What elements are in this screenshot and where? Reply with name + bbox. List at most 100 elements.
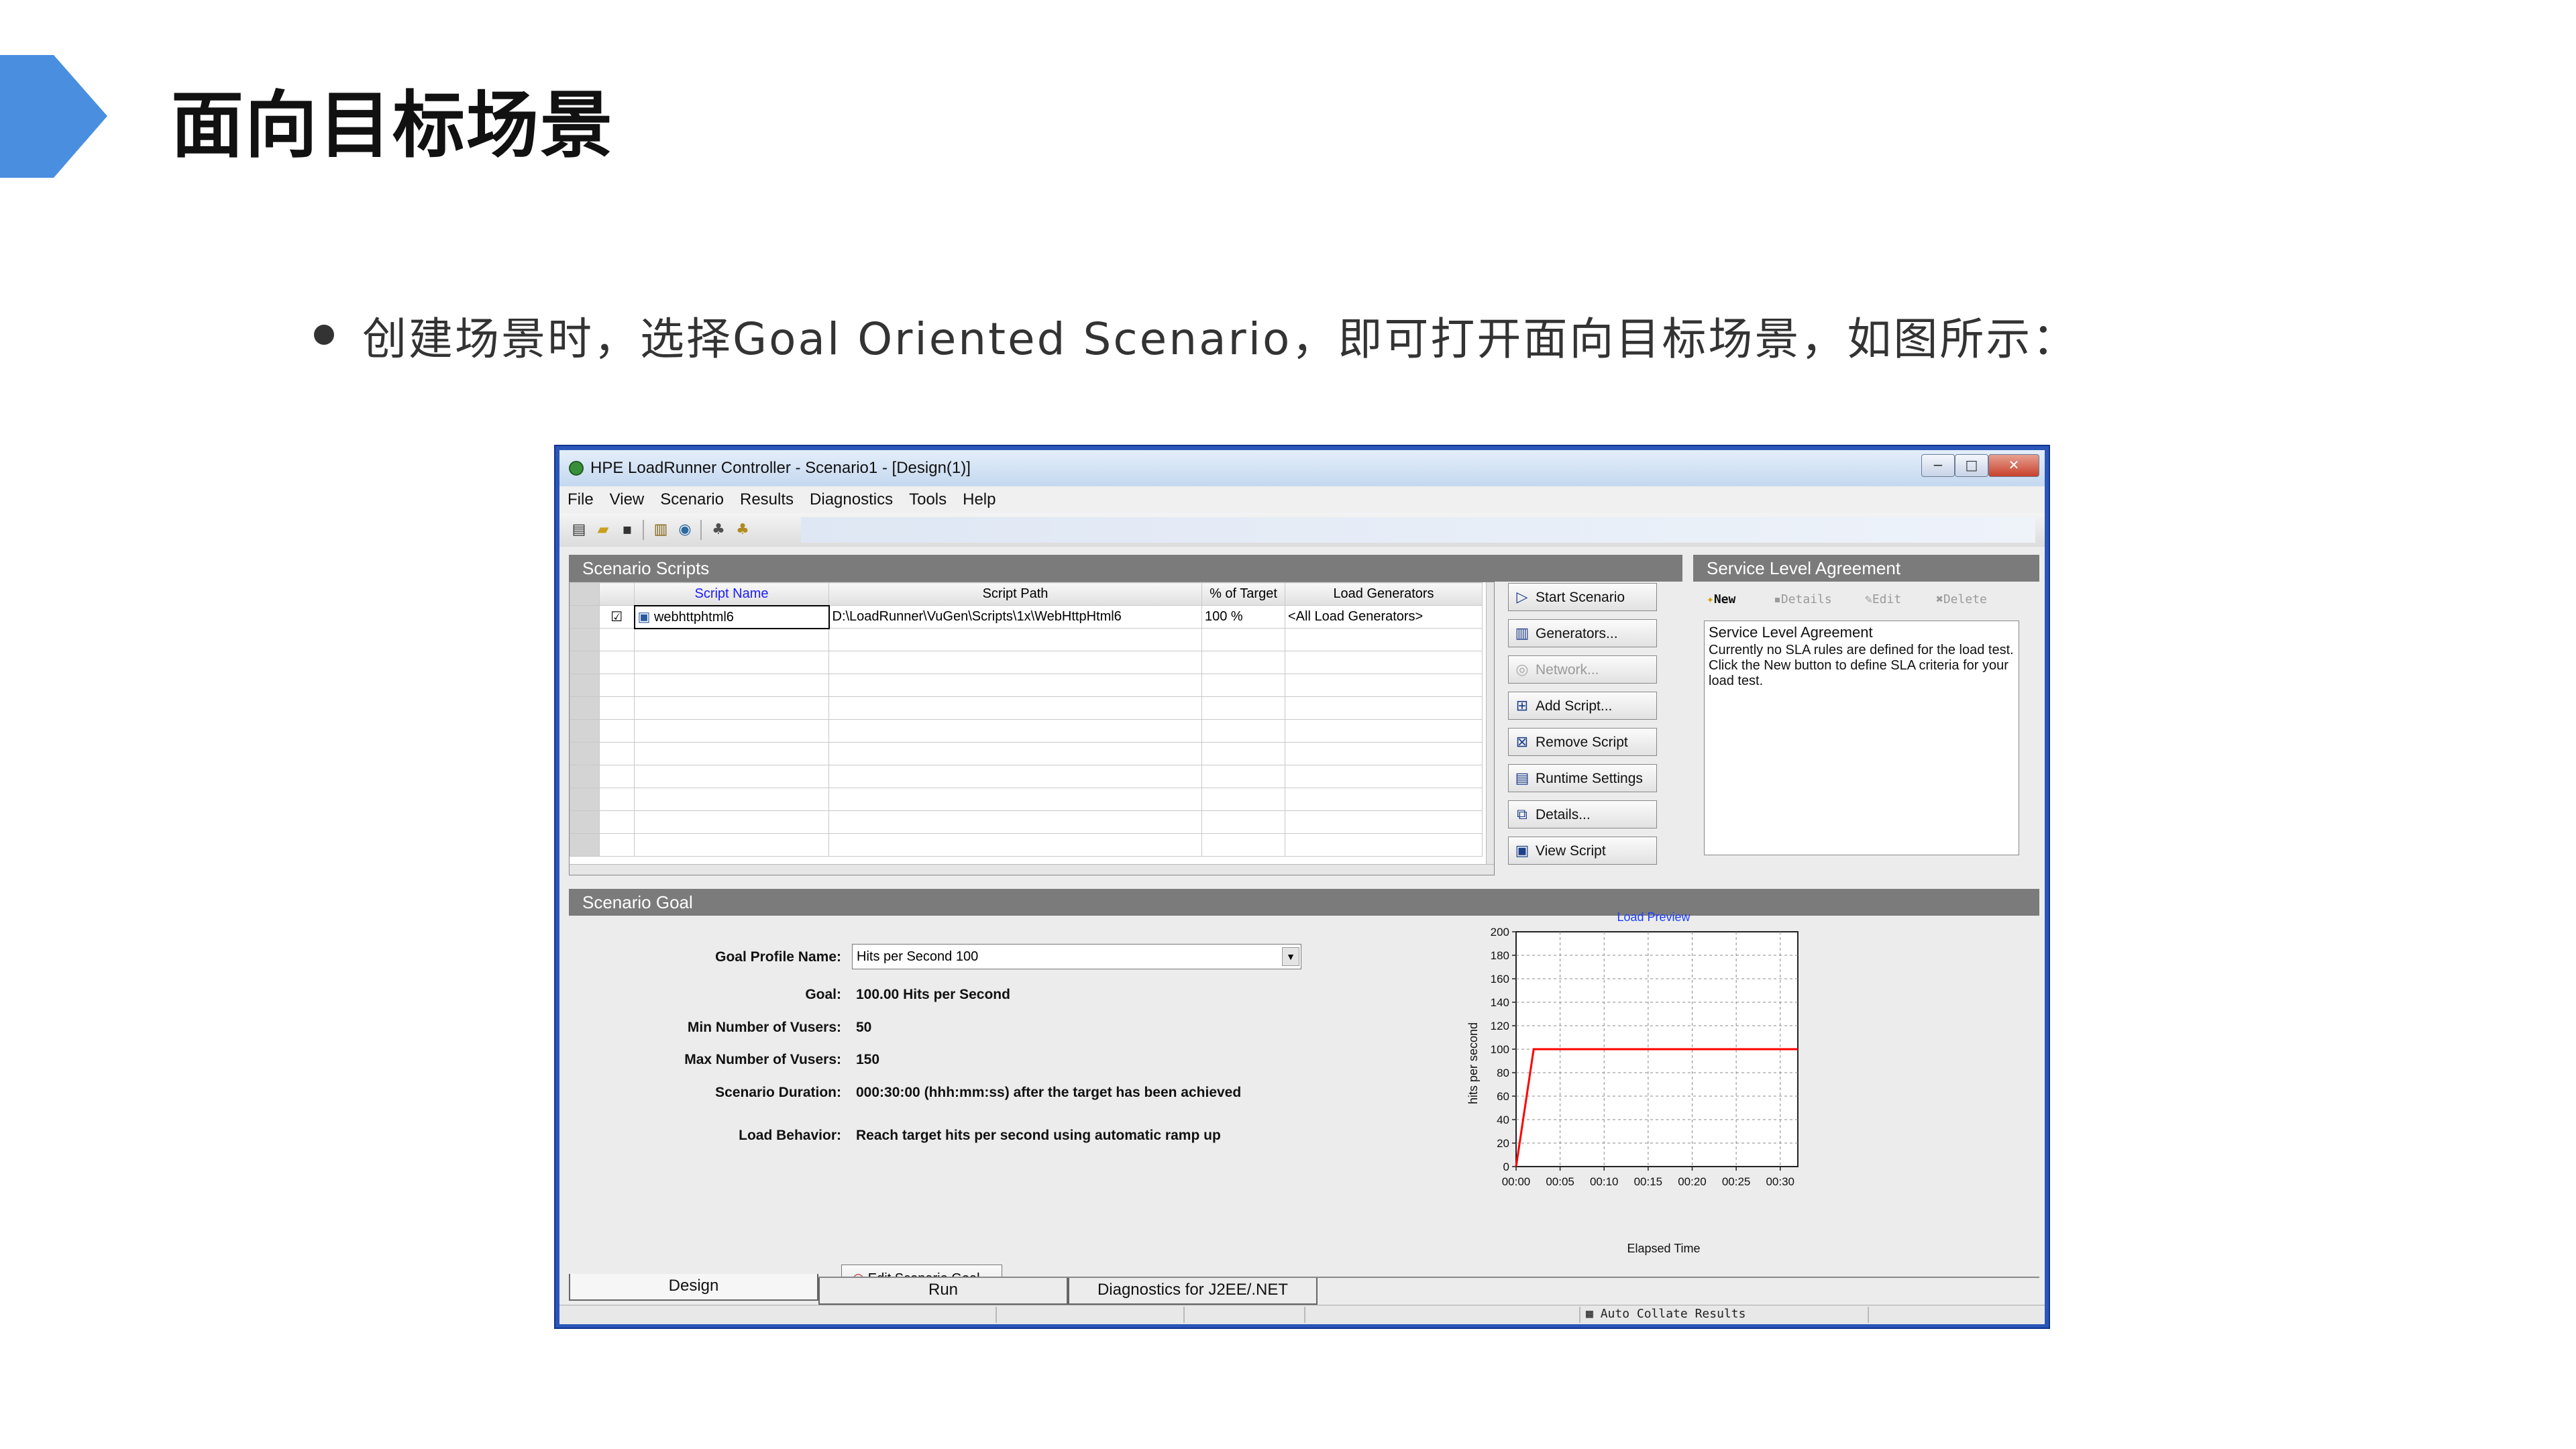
maximize-button[interactable]: □ [1955,454,1988,477]
pencil-icon: ✎ [1865,592,1872,606]
status-separator [1183,1307,1185,1323]
title-bar[interactable]: HPE LoadRunner Controller - Scenario1 - … [559,450,2045,486]
loadrunner-window: HPE LoadRunner Controller - Scenario1 - … [554,445,2050,1329]
scripts-grid[interactable]: Script Name Script Path % of Target Load… [569,582,1495,875]
scenario-scripts-header: Scenario Scripts [569,555,1682,582]
toolbar-separator [643,520,644,540]
table-row[interactable]: ☑ ▣ webhttphtml6 D:\LoadRunner\VuGen\Scr… [570,604,1483,629]
chart-y-tick-label: 100 [1491,1043,1509,1056]
tab-design[interactable]: Design [569,1274,818,1301]
scenario-duration-label: Scenario Duration: [715,1085,841,1100]
toolbar-strip [801,517,2035,543]
new-scenario-icon[interactable]: ▤ [569,520,589,540]
menu-diagnostics[interactable]: Diagnostics [802,486,901,513]
network-toolbar-icon[interactable]: ◉ [675,520,695,540]
chart-y-tick-label: 180 [1491,949,1509,962]
client-area: Scenario Scripts Script Name Script Path… [559,547,2045,1324]
play-icon: ▷ [1516,588,1528,605]
chart-x-tick-label: 00:10 [1590,1175,1619,1188]
row-header [570,605,600,629]
column-percent-target[interactable]: % of Target [1201,582,1285,606]
tab-diagnostics[interactable]: Diagnostics for J2EE/.NET [1068,1278,1318,1305]
menu-view[interactable]: View [602,486,653,513]
load-behavior-label: Load Behavior: [739,1128,841,1143]
table-row [570,719,1483,743]
column-script-path[interactable]: Script Path [828,582,1202,606]
menu-results[interactable]: Results [732,486,802,513]
menu-tools[interactable]: Tools [901,486,955,513]
scenario-goal-header: Scenario Goal [569,889,2039,916]
table-row [570,788,1483,811]
open-folder-icon[interactable]: ▰ [593,520,613,540]
add-script-icon: ⊞ [1515,697,1529,714]
column-script-name[interactable]: Script Name [634,582,829,606]
network-icon: ◎ [1515,661,1529,678]
generators-button[interactable]: ▥ Generators... [1508,619,1657,647]
menu-file[interactable]: File [559,486,602,513]
load-generators-cell[interactable]: <All Load Generators> [1285,605,1483,629]
table-row [570,674,1483,697]
close-button[interactable]: ✕ [1988,454,2039,477]
generators-toolbar-icon[interactable]: ▥ [651,520,671,540]
script-enabled-checkbox[interactable]: ☑ [599,605,635,629]
delete-icon: ✖ [1936,592,1943,606]
grid-horizontal-scrollbar[interactable] [570,864,1494,875]
view-script-button[interactable]: ▣ View Script [1508,837,1657,865]
table-row [570,628,1483,651]
add-script-label: Add Script... [1536,698,1613,714]
runtime-settings-button[interactable]: ▤ Runtime Settings [1508,764,1657,792]
bullet-text: 创建场景时，选择Goal Oriented Scenario，即可打开面向目标场… [362,313,2079,365]
column-load-generators[interactable]: Load Generators [1285,582,1483,606]
table-row [570,696,1483,720]
toolbar: ▤ ▰ ▪ ▥ ◉ ♣ ♣ [559,513,2045,547]
sla-message: Currently no SLA rules are defined for t… [1709,643,2014,657]
minimize-button[interactable]: − [1921,454,1955,477]
details-button[interactable]: ⧉ Details... [1508,800,1657,828]
start-scenario-button[interactable]: ▷ Start Scenario [1508,583,1657,611]
check-column-header [599,582,635,606]
auto-collate-status[interactable]: ▦ Auto Collate Results [1586,1307,1746,1321]
groups-icon[interactable]: ♣ [733,520,753,540]
load-behavior-value: Reach target hits per second using autom… [856,1128,1221,1143]
sla-new-button[interactable]: ✦New [1707,592,1735,606]
sla-info-box: Service Level Agreement Currently no SLA… [1704,621,2019,855]
goal-profile-select[interactable]: Hits per Second 100 ▼ [852,944,1301,969]
details-label: Details... [1536,807,1591,822]
script-path-cell[interactable]: D:\LoadRunner\VuGen\Scripts\1x\WebHttpHt… [828,605,1202,629]
grid-header-row: Script Name Script Path % of Target Load… [570,582,1483,606]
chart-y-tick-label: 80 [1497,1067,1509,1079]
generators-icon: ▥ [1515,625,1529,641]
sla-delete-button: ✖Delete [1936,592,1987,606]
tab-run[interactable]: Run [818,1278,1068,1305]
status-separator [996,1307,997,1323]
script-icon: ▣ [637,610,651,625]
chart-x-axis-label: Elapsed Time [1627,1242,1700,1255]
percent-target-cell[interactable]: 100 % [1201,605,1285,629]
chart-y-tick-label: 20 [1497,1137,1509,1150]
save-icon[interactable]: ▪ [617,520,637,540]
scenario-duration-value: 000:30:00 (hhh:mm:ss) after the target h… [856,1085,1242,1100]
details-icon: ▪ [1774,592,1781,606]
menu-help[interactable]: Help [955,486,1004,513]
view-script-icon: ▣ [1515,842,1529,859]
table-row [570,833,1483,857]
grid-vertical-scrollbar[interactable] [1486,582,1494,864]
chevron-down-icon[interactable]: ▼ [1282,947,1299,966]
script-name-cell[interactable]: ▣ webhttphtml6 [633,604,830,629]
remove-script-button[interactable]: ⊠ Remove Script [1508,728,1657,756]
sla-edit-button: ✎Edit [1865,592,1902,606]
add-script-button[interactable]: ⊞ Add Script... [1508,692,1657,720]
menu-scenario[interactable]: Scenario [652,486,732,513]
chart-plot-group: 0 20 40 60 80 100 120 140 160 180 200 00:00 00:05 00:… [1491,926,1799,1188]
chart-title: Load Preview [1617,910,1690,924]
view-script-label: View Script [1536,843,1606,859]
load-preview-chart: Load Preview 0 20 40 60 80 100 120 140 160 180 200… [1466,910,1799,1255]
min-vusers-value: 50 [856,1020,872,1035]
chart-y-axis-label: hits per second [1466,1022,1480,1104]
vusers-icon[interactable]: ♣ [708,520,729,540]
chart-x-tick-label: 00:30 [1766,1175,1794,1188]
chart-y-tick-label: 120 [1491,1020,1509,1032]
table-row [570,742,1483,765]
status-separator [1304,1307,1305,1323]
generators-label: Generators... [1536,626,1618,641]
